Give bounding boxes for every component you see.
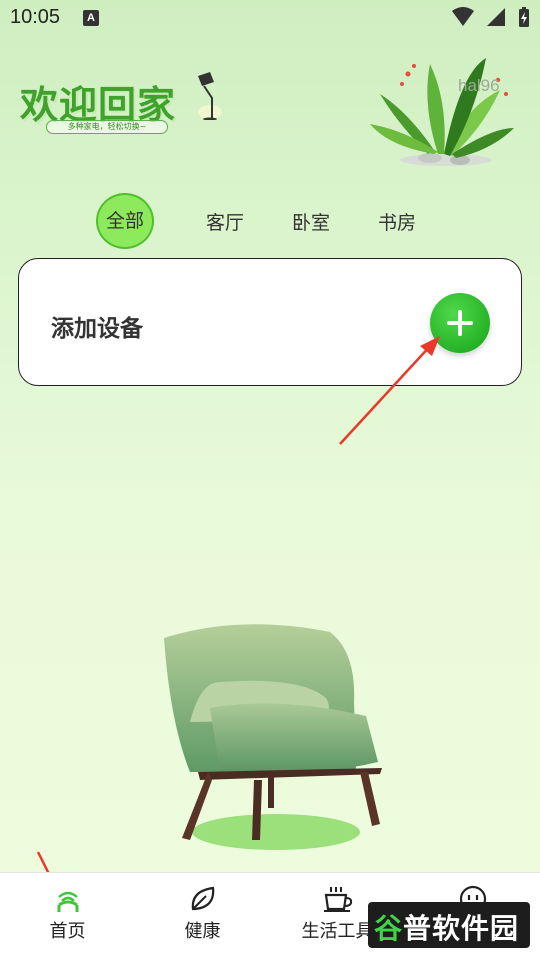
battery-charging-icon xyxy=(519,7,529,27)
nav-health-label: 健康 xyxy=(184,921,221,942)
desk-lamp-illustration xyxy=(198,72,222,120)
cell-signal-icon xyxy=(487,8,505,26)
room-tabs: 全部 客厅 卧室 书房 xyxy=(96,193,440,249)
nav-health[interactable]: 健康 xyxy=(135,873,270,960)
wifi-icon xyxy=(452,7,474,26)
welcome-banner: 欢迎回家 多种家电，轻松切换~ hal96 xyxy=(0,50,540,180)
notification-a-icon: A xyxy=(83,10,99,26)
status-icons xyxy=(452,6,530,28)
add-device-button[interactable] xyxy=(430,293,490,353)
coffee-cup-icon xyxy=(323,887,352,912)
plant-illustration xyxy=(370,58,514,166)
status-time: 10:05 xyxy=(10,6,61,28)
tab-living-room[interactable]: 客厅 xyxy=(182,208,268,235)
watermark-text: 谷普软件园 xyxy=(374,912,520,945)
nav-home[interactable]: 首页 xyxy=(0,873,135,960)
nav-home-label: 首页 xyxy=(49,921,86,942)
tab-all[interactable]: 全部 xyxy=(96,193,154,249)
armchair-illustration xyxy=(164,624,382,850)
status-bar: 10:05 A xyxy=(0,0,540,36)
user-name[interactable]: hal96 xyxy=(458,76,500,96)
home-icon xyxy=(57,891,78,912)
add-device-card[interactable]: 添加设备 xyxy=(18,258,522,386)
tab-bedroom[interactable]: 卧室 xyxy=(268,208,354,235)
watermark-logo: 谷普软件园 xyxy=(368,902,530,948)
add-device-label: 添加设备 xyxy=(51,316,143,342)
tab-study[interactable]: 书房 xyxy=(354,208,440,235)
leaf-icon xyxy=(191,886,214,911)
welcome-subtitle: 多种家电，轻松切换~ xyxy=(46,120,168,134)
